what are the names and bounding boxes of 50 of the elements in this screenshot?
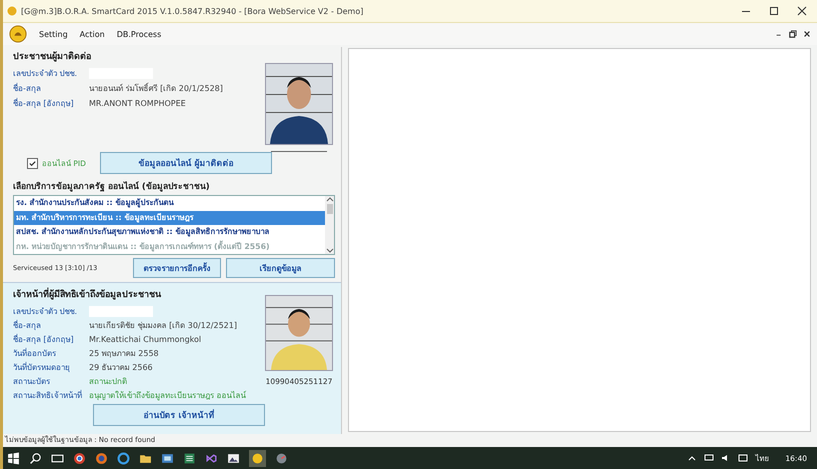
- field-value: นายเกียรติชัย ชุ่มมงคล [เกิด 30/12/2521]: [89, 320, 237, 332]
- field-label: ชื่อ-สกุล [อังกฤษ]: [13, 97, 75, 110]
- field-label: วันที่ออกบัตร: [13, 347, 57, 360]
- field-label: ชื่อ-สกุล: [13, 82, 42, 95]
- field-label: วันที่บัตรหมดอายุ: [13, 361, 71, 374]
- restore-icon[interactable]: [789, 30, 797, 38]
- code-editor-icon[interactable]: [205, 452, 218, 464]
- section-heading: เจ้าหน้าที่ผู้มีสิทธิเข้าถึงข้อมูลประชาชน: [13, 287, 263, 301]
- scroll-thumb[interactable]: [326, 204, 332, 214]
- close-icon[interactable]: [803, 30, 811, 38]
- gauge-icon[interactable]: [275, 452, 288, 464]
- maximize-icon[interactable]: [769, 6, 779, 16]
- field-value: นายอนนท์ ร่มโพธิ์ศรี [เกิด 20/1/2528]: [89, 82, 223, 95]
- field-value: MR.ANONT ROMPHOPEE: [89, 99, 186, 108]
- menu-item[interactable]: Setting: [39, 30, 68, 38]
- window-title: [G@m.3]B.O.R.A. SmartCard 2015 V.1.0.5847.R32940 - [Bora WebService V2 - Demo]: [21, 6, 364, 16]
- field-value: Mr.Keattichai Chummongkol: [89, 334, 202, 344]
- scroll-up-icon[interactable]: [326, 196, 334, 202]
- field-value: 29 ธันวาคม 2566: [89, 362, 153, 374]
- app-icon[interactable]: [249, 450, 266, 466]
- field-label: สถานะสิทธิเจ้าหน้าที่: [13, 389, 83, 402]
- action-button[interactable]: ตรวจรายการอีกครั้ง: [133, 258, 221, 278]
- field-label: ชื่อ-สกุล [อังกฤษ]: [13, 333, 75, 346]
- field-label: เลขประจำตัว ปชช.: [13, 68, 78, 80]
- field-label: ชื่อ-สกุล: [13, 319, 42, 332]
- image-icon[interactable]: [227, 452, 240, 464]
- read-card-button[interactable]: อ่านบัตร เจ้าหน้าที่: [93, 404, 265, 426]
- field-label: สถานะบัตร: [13, 376, 51, 388]
- window-icon[interactable]: [161, 452, 174, 464]
- start-icon[interactable]: [7, 452, 20, 464]
- menu-item[interactable]: Action: [80, 30, 105, 38]
- checkbox[interactable]: [27, 158, 38, 168]
- menu-item[interactable]: DB.Process: [116, 30, 162, 38]
- app-icon: [7, 6, 17, 16]
- browser-icon[interactable]: [73, 452, 86, 464]
- close-icon[interactable]: [797, 6, 807, 16]
- field-label: เลขประจำตัว ปชช.: [13, 306, 78, 318]
- action-button[interactable]: เรียกดูข้อมูล: [226, 258, 335, 278]
- spreadsheet-icon[interactable]: [183, 452, 196, 464]
- section-heading: ประชาชนผู้มาติดต่อ: [13, 50, 92, 63]
- field-value: สถานะปกติ: [89, 376, 127, 388]
- emblem-icon: [9, 25, 27, 43]
- field-value: 25 พฤษภาคม 2558: [89, 348, 159, 360]
- online-info-button[interactable]: ข้อมูลออนไลน์ ผู้มาติดต่อ: [100, 152, 272, 174]
- task-view-icon[interactable]: [51, 452, 64, 464]
- field-value: อนุญาตให้เข้าถึงข้อมูลทะเบียนราษฎร ออนไลน์: [89, 390, 246, 402]
- scroll-down-icon[interactable]: [326, 248, 334, 254]
- search-icon[interactable]: [29, 452, 42, 464]
- scrollbar[interactable]: [325, 196, 334, 254]
- list-label: เลือกบริการข้อมูลภาครัฐ ออนไลน์ (ข้อมูลประชาชน): [13, 180, 211, 193]
